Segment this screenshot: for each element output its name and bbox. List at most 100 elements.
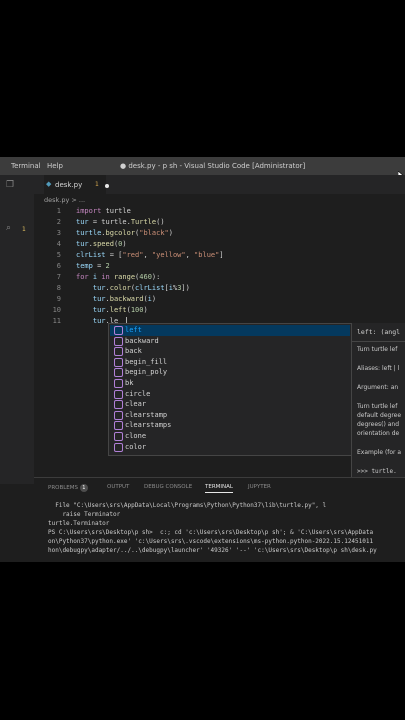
details-text: >>> turtle.	[357, 468, 397, 475]
tab-problems[interactable]: PROBLEMS 1	[48, 484, 88, 492]
tab-desk-py[interactable]: ◆ desk.py 1	[44, 175, 109, 194]
line-number: 6	[56, 262, 61, 270]
suggestion-item[interactable]: circle	[110, 389, 350, 400]
terminal-output[interactable]: File "C:\Users\srs\AppData\Local\Program…	[34, 502, 405, 562]
line-number: 2	[56, 218, 61, 226]
python-icon: ◆	[46, 180, 52, 188]
details-text: Aliases: left | l	[357, 365, 400, 372]
suggestion-item[interactable]: bk	[110, 378, 350, 389]
code-text[interactable]: tur.left(100)	[76, 306, 148, 314]
activity-bar: ❐ ⌕ 1	[0, 175, 34, 484]
details-text: Turn turtle lef	[357, 346, 398, 353]
tab-jupyter[interactable]: JUPYTER	[248, 484, 271, 490]
line-number: 8	[56, 284, 61, 292]
suggestion-label: clearstamps	[125, 421, 172, 430]
suggestion-label: begin_poly	[125, 368, 168, 377]
code-text[interactable]: tur.backward(i)	[76, 295, 156, 303]
suggestion-label: begin_fill	[125, 357, 168, 366]
tab-bar: ◆ desk.py 1	[34, 175, 405, 194]
tab-terminal[interactable]: TERMINAL	[205, 484, 233, 493]
details-text: Turn turtle lef	[357, 403, 398, 410]
method-icon	[114, 336, 123, 346]
terminal-line: raise Terminator	[48, 511, 121, 518]
details-signature: left: (angl	[357, 328, 401, 336]
terminal-line: on\Python37\python.exe' 'c:\Users\srs\.v…	[48, 538, 374, 545]
files-icon[interactable]: ❐	[6, 180, 14, 190]
suggestion-item[interactable]: backward	[110, 336, 350, 347]
suggestion-label: left	[125, 326, 142, 334]
suggestion-item[interactable]: clone	[110, 431, 350, 442]
problems-badge: 1	[79, 484, 88, 492]
code-text[interactable]: tur.speed(0)	[76, 240, 127, 248]
details-text: Example (for a	[357, 449, 402, 456]
details-text: default degree	[357, 412, 402, 419]
activity-badge: 1	[22, 226, 26, 233]
line-number: 1	[56, 207, 61, 215]
method-icon	[114, 379, 123, 388]
code-text[interactable]: import turtle	[76, 207, 131, 215]
menu-help[interactable]: Help	[47, 162, 63, 170]
code-text[interactable]: tur.color(clrList[i%3])	[76, 284, 190, 292]
terminal-line: File "C:\Users\srs\AppData\Local\Program…	[48, 502, 327, 509]
bottom-panel: PROBLEMS 1 OUTPUT DEBUG CONSOLE TERMINAL…	[34, 477, 405, 562]
method-icon	[114, 432, 123, 441]
line-number: 11	[52, 317, 61, 325]
tab-debug-console[interactable]: DEBUG CONSOLE	[144, 484, 192, 490]
line-number: 4	[56, 240, 61, 248]
suggestion-item[interactable]: clear	[110, 399, 350, 410]
line-number: 5	[56, 251, 61, 259]
menu-terminal[interactable]: Terminal	[11, 162, 41, 170]
suggestion-item[interactable]: back	[110, 346, 350, 357]
code-text[interactable]: tur = turtle.Turtle()	[76, 218, 165, 226]
code-text[interactable]: turtle.bgcolor("black")	[76, 229, 173, 237]
details-text: degrees() and	[357, 421, 400, 428]
code-line[interactable]: 7 for i in range(460):	[34, 273, 405, 284]
method-icon	[114, 347, 123, 357]
code-line[interactable]: 4 tur.speed(0)	[34, 240, 405, 251]
terminal-line: hon\debugpy\adapter/../..\debugpy\launch…	[48, 547, 377, 554]
window-title: ● desk.py - p sh - Visual Studio Code [A…	[120, 162, 306, 170]
method-icon	[114, 442, 123, 452]
code-text[interactable]: clrList = ["red", "yellow", "blue"]	[76, 251, 224, 259]
suggestion-label: back	[125, 347, 142, 356]
line-number: 7	[56, 273, 61, 281]
code-text[interactable]: for i in range(460):	[76, 273, 160, 281]
code-line[interactable]: 6 temp = 2	[34, 262, 405, 273]
code-line[interactable]: 2 tur = turtle.Turtle()	[34, 218, 405, 229]
suggestion-widget: left backward back begin_fill begin_polybk ci…	[108, 323, 352, 456]
code-line[interactable]: 9 tur.backward(i)	[34, 295, 405, 306]
suggestion-item[interactable]: color	[110, 442, 350, 453]
code-line[interactable]: 1 import turtle	[34, 207, 405, 218]
method-icon	[114, 389, 123, 399]
tab-label: desk.py	[55, 181, 83, 189]
suggestion-label: clearstamp	[125, 410, 168, 419]
method-icon	[114, 368, 123, 378]
suggestion-label: clone	[125, 432, 147, 440]
unsaved-dot-icon[interactable]	[105, 184, 109, 188]
title-bar: Terminal Help ● desk.py - p sh - Visual …	[0, 157, 405, 181]
suggestion-item[interactable]: begin_fill	[110, 357, 350, 368]
suggestion-label: clear	[125, 400, 147, 409]
details-divider	[352, 341, 405, 342]
suggestion-item[interactable]: clearstamp	[110, 410, 350, 421]
code-line[interactable]: 10 tur.left(100)	[34, 306, 405, 317]
suggestion-item[interactable]: clearstamps	[110, 420, 350, 431]
suggestion-label: circle	[125, 389, 151, 398]
breadcrumb[interactable]: desk.py > ...	[44, 196, 85, 204]
code-line[interactable]: 5 clrList = ["red", "yellow", "blue"]	[34, 251, 405, 262]
line-number: 9	[56, 295, 61, 303]
code-line[interactable]: 8 tur.color(clrList[i%3])	[34, 284, 405, 295]
code-text[interactable]: temp = 2	[76, 262, 110, 270]
method-icon	[114, 400, 123, 410]
suggestion-label: color	[125, 442, 147, 451]
suggestion-item[interactable]: begin_poly	[110, 367, 350, 378]
code-line[interactable]: 3 turtle.bgcolor("black")	[34, 229, 405, 240]
suggestion-label: bk	[125, 379, 134, 387]
tab-output[interactable]: OUTPUT	[107, 484, 129, 490]
search-icon[interactable]: ⌕	[6, 223, 11, 233]
suggestion-item[interactable]: left	[110, 325, 350, 336]
tab-problem-count: 1	[95, 181, 99, 188]
method-icon	[114, 421, 123, 431]
details-text: orientation de	[357, 430, 400, 437]
method-icon	[114, 410, 123, 420]
